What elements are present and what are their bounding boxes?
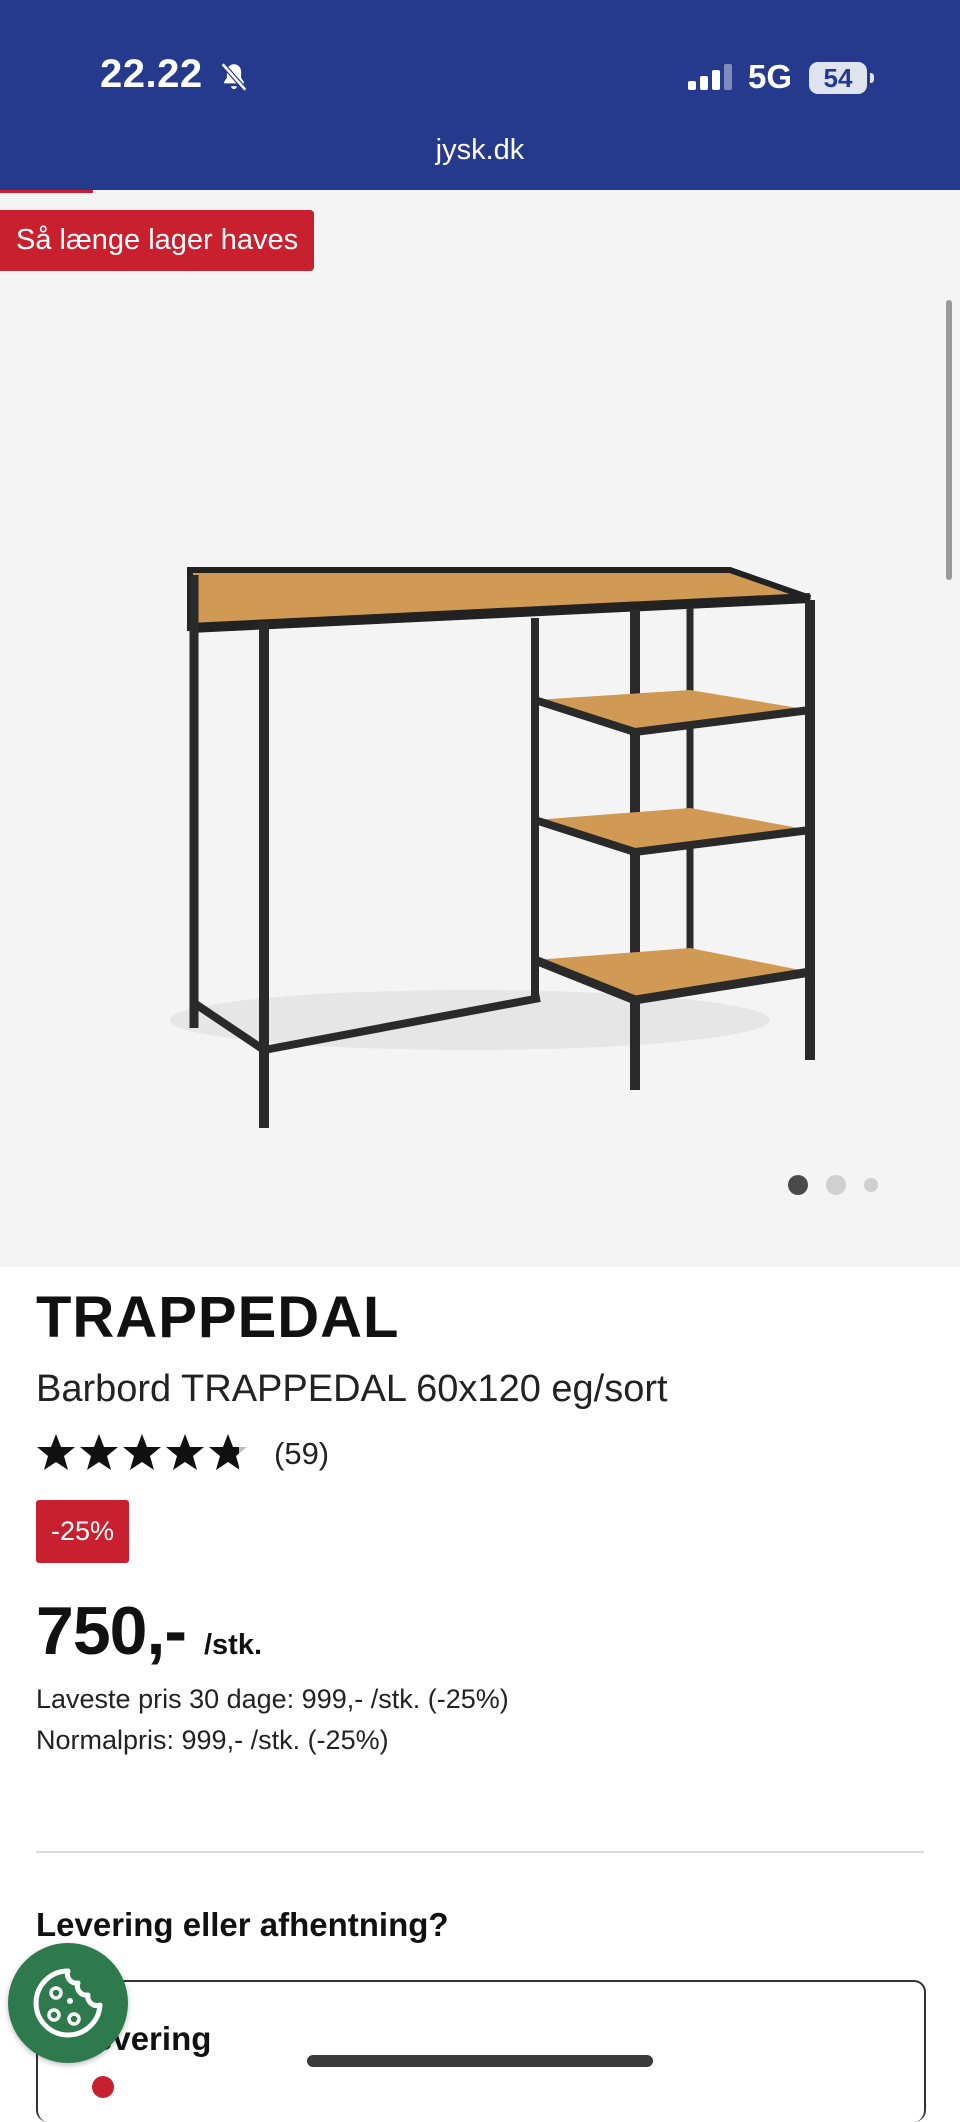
product-image[interactable] [140,360,820,1160]
badge-edge [0,190,93,193]
stock-badge: Så længe lager haves [0,210,315,271]
product-brand: TRAPPEDAL [36,1285,400,1350]
price: 750,- /stk. [36,1592,262,1670]
top-bar: 22.22 5G 54 jysk.dk [0,0,960,190]
gallery-dot-2[interactable] [826,1175,846,1195]
gallery-pagination[interactable] [788,1175,878,1195]
delivery-title: Levering eller afhentning? [36,1906,449,1943]
product-gallery[interactable]: Så længe lager haves [0,190,960,1267]
product-name: Barbord TRAPPEDAL 60x120 eg/sort [36,1368,668,1410]
home-indicator[interactable] [307,2055,653,2067]
rating[interactable]: (59) [36,1432,329,1476]
signal-icon [688,64,734,95]
cookie-settings-button[interactable] [8,1943,128,2063]
gallery-dot-3[interactable] [864,1178,878,1192]
rating-count[interactable]: (59) [274,1436,329,1472]
gallery-dot-1[interactable] [788,1175,808,1195]
price-value: 750,- [36,1593,187,1669]
bell-muted-icon [217,60,251,99]
cookie-icon [33,1968,103,2038]
battery-icon: 54 [809,62,874,94]
discount-badge: -25% [36,1500,130,1563]
divider [36,1851,924,1853]
network-type: 5G [748,58,793,95]
status-time: 22.22 [100,52,203,96]
address-bar-url[interactable]: jysk.dk [0,134,960,167]
star-icon [37,1434,247,1470]
lowest-price-30-days: Laveste pris 30 dage: 999,- /stk. (-25%) [36,1684,509,1714]
scrollbar[interactable] [946,300,952,580]
price-unit: /stk. [204,1629,263,1661]
normal-price: Normalpris: 999,- /stk. (-25%) [36,1725,389,1755]
availability-dot [92,2076,114,2098]
